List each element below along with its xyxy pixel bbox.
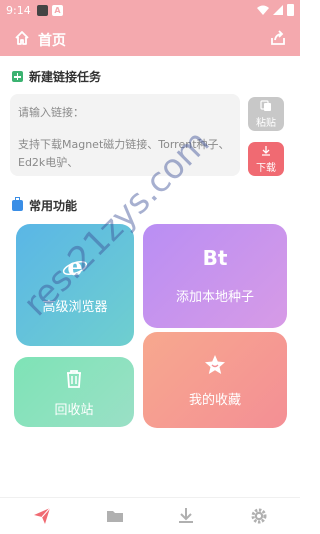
add-torrent-card[interactable]: Bt 添加本地种子 (143, 224, 287, 328)
app-header: 首页 (0, 22, 300, 56)
add-task-icon (12, 71, 23, 82)
page-title: 首页 (38, 33, 66, 49)
battery-icon (287, 4, 294, 16)
status-time: 9:14 (6, 4, 31, 17)
system-icons (257, 4, 294, 16)
browser-label: 高级浏览器 (42, 300, 108, 315)
paste-button[interactable]: 粘贴 (248, 97, 284, 131)
link-hint: 支持下载Magnet磁力链接、Torrent种子、Ed2k电驴、 (18, 138, 230, 169)
browser-icon: e (62, 254, 88, 280)
link-input[interactable]: 请输入链接： (18, 104, 84, 120)
send-icon[interactable] (33, 507, 51, 525)
download-label: 下载 (256, 163, 276, 174)
new-task-section-title: 新建链接任务 (12, 68, 101, 85)
link-input-area[interactable]: 请输入链接： 支持下载Magnet磁力链接、Torrent种子、Ed2k电驴、 (10, 94, 240, 176)
share-icon[interactable] (270, 30, 286, 46)
notification-icon (37, 5, 48, 16)
download-arrow-icon (262, 146, 270, 156)
paste-icon (260, 100, 271, 111)
bottom-nav (0, 497, 300, 534)
functions-title: 常用功能 (29, 199, 78, 213)
wifi-icon (257, 5, 269, 15)
settings-icon[interactable] (250, 507, 268, 525)
browser-card[interactable]: e 高级浏览器 (16, 224, 134, 346)
star-icon (205, 355, 225, 374)
signal-icon (273, 5, 283, 15)
download-button[interactable]: 下载 (248, 142, 284, 176)
toolbox-icon (12, 197, 23, 211)
functions-section-title: 常用功能 (12, 197, 77, 214)
add-torrent-label: 添加本地种子 (175, 290, 254, 305)
folder-icon[interactable] (106, 507, 124, 525)
paste-label: 粘贴 (256, 118, 276, 129)
status-bar: 9:14 A (0, 0, 300, 22)
trash-icon (67, 370, 81, 388)
home-icon[interactable] (14, 30, 30, 46)
app-notification-icon: A (52, 5, 63, 16)
torrent-icon: Bt (202, 246, 228, 270)
svg-text:e: e (67, 254, 82, 280)
new-task-title: 新建链接任务 (29, 70, 102, 84)
download-icon[interactable] (177, 507, 195, 525)
favorites-label: 我的收藏 (188, 393, 241, 408)
recycle-bin-card[interactable]: 回收站 (14, 357, 134, 427)
recycle-bin-label: 回收站 (54, 403, 94, 418)
favorites-card[interactable]: 我的收藏 (143, 332, 287, 428)
